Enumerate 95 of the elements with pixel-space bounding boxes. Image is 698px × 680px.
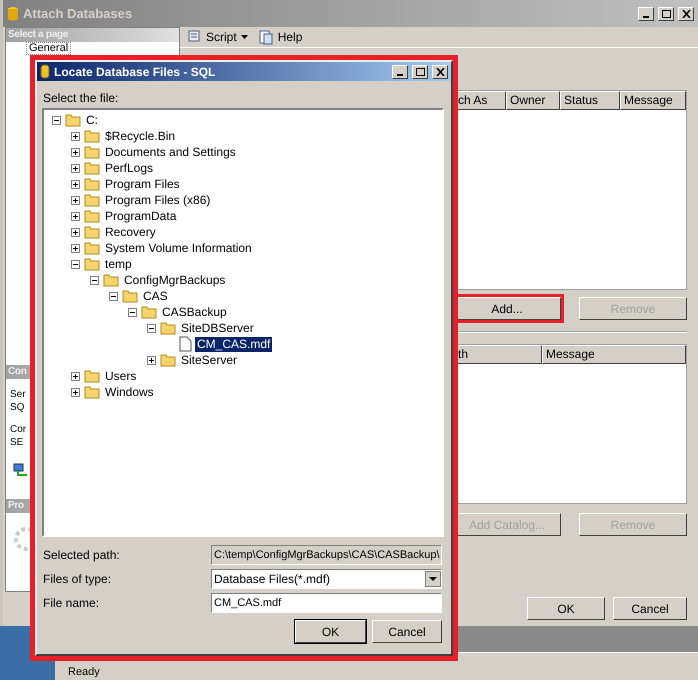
folder-icon	[141, 305, 157, 319]
expand-icon[interactable]	[71, 388, 80, 396]
folder-icon	[84, 145, 100, 159]
collapse-icon[interactable]	[52, 116, 61, 124]
folder-icon	[122, 289, 138, 303]
folder-tree[interactable]	[42, 108, 444, 537]
expand-icon[interactable]	[71, 132, 80, 140]
close-icon	[682, 10, 690, 18]
window-title: Attach Databases	[23, 6, 134, 21]
info-text: Cor	[10, 423, 28, 436]
field-label: File name:	[43, 596, 100, 610]
folder-icon	[160, 353, 176, 367]
database-icon	[40, 64, 50, 79]
prompt-label: Select the file:	[43, 91, 120, 105]
folder-icon	[84, 225, 100, 239]
expand-icon[interactable]	[71, 148, 80, 156]
cancel-button[interactable]: Cancel	[613, 597, 687, 620]
tree-item[interactable]: Documents and Settings	[103, 144, 238, 160]
tree-item[interactable]: CAS	[141, 288, 170, 304]
collapse-icon[interactable]	[90, 276, 99, 284]
expand-icon[interactable]	[71, 244, 80, 252]
folder-icon	[84, 129, 100, 143]
maximize-button[interactable]	[412, 64, 428, 78]
tree-item[interactable]: Program Files (x86)	[103, 192, 212, 208]
expand-icon[interactable]	[71, 212, 80, 220]
close-icon	[436, 68, 444, 76]
folder-icon	[103, 273, 119, 287]
folder-icon	[84, 161, 100, 175]
close-button[interactable]	[432, 64, 448, 78]
close-button[interactable]	[678, 6, 694, 20]
file-type-dropdown[interactable]: Database Files(*.mdf)	[211, 569, 442, 589]
folder-icon	[84, 257, 100, 271]
folder-icon	[84, 385, 100, 399]
tree-item[interactable]: ConfigMgrBackups	[122, 272, 228, 288]
column-header[interactable]: Owner	[506, 91, 560, 110]
collapse-icon[interactable]	[71, 260, 80, 268]
folder-icon	[84, 209, 100, 223]
folder-icon	[160, 321, 176, 335]
tree-item[interactable]: CASBackup	[160, 304, 229, 320]
tree-item[interactable]: Recovery	[103, 224, 158, 240]
expand-icon[interactable]	[71, 196, 80, 204]
help-button[interactable]: Help	[256, 29, 304, 45]
section-header: Select a page	[6, 28, 179, 42]
tree-item[interactable]: Program Files	[103, 176, 182, 192]
expand-icon[interactable]	[71, 372, 80, 380]
help-icon	[258, 29, 274, 45]
field-label: Files of type:	[43, 572, 112, 586]
nav-item[interactable]: General	[26, 42, 72, 55]
collapse-icon[interactable]	[147, 324, 156, 332]
maximize-icon	[416, 68, 424, 76]
caret-icon	[240, 35, 248, 39]
column-header[interactable]: Message	[542, 345, 686, 364]
collapse-icon[interactable]	[109, 292, 118, 300]
tree-item[interactable]: $Recycle.Bin	[103, 128, 178, 144]
folder-icon	[84, 177, 100, 191]
tree-item[interactable]: SiteServer	[179, 352, 240, 368]
tree-item[interactable]: SiteDBServer	[179, 320, 256, 336]
expand-icon[interactable]	[71, 164, 80, 172]
tree-item[interactable]: PerfLogs	[103, 160, 156, 176]
info-text: SE	[10, 436, 24, 449]
tree-item[interactable]: C:	[84, 112, 100, 128]
collapse-icon[interactable]	[128, 308, 137, 316]
maximize-button[interactable]	[658, 6, 674, 20]
info-text: Ser	[10, 388, 27, 401]
expand-icon[interactable]	[71, 228, 80, 236]
expand-icon[interactable]	[147, 356, 156, 364]
column-header[interactable]: Status	[560, 91, 620, 110]
tree-item[interactable]: ProgramData	[103, 208, 178, 224]
column-header[interactable]: Message	[620, 91, 686, 110]
network-icon	[13, 463, 29, 477]
minimize-button[interactable]	[638, 6, 654, 20]
folder-icon	[65, 113, 81, 127]
ok-button[interactable]: OK	[527, 597, 605, 620]
tree-item[interactable]: Windows	[103, 384, 156, 400]
tree-item[interactable]: System Volume Information	[103, 240, 254, 256]
script-button[interactable]: Script	[184, 29, 250, 45]
tree-item[interactable]: temp	[103, 256, 134, 272]
tree-item[interactable]: CM_CAS.mdf	[195, 336, 272, 352]
field-label: Selected path:	[43, 548, 121, 562]
database-icon	[7, 6, 19, 22]
info-text: SQ	[10, 401, 26, 414]
expand-icon[interactable]	[71, 180, 80, 188]
maximize-icon	[662, 10, 670, 18]
minimize-icon	[643, 16, 649, 18]
folder-icon	[84, 369, 100, 383]
dialog-title: Locate Database Files - SQL	[54, 64, 216, 78]
path-field: C:\temp\ConfigMgrBackups\CAS\CASBackup\	[211, 545, 442, 565]
folder-icon	[84, 241, 100, 255]
folder-icon	[84, 193, 100, 207]
ok-button[interactable]: OK	[295, 620, 366, 643]
minimize-icon	[397, 74, 403, 76]
file-name-field[interactable]: CM_CAS.mdf	[211, 593, 442, 613]
cancel-button[interactable]: Cancel	[372, 620, 442, 643]
minimize-button[interactable]	[392, 64, 408, 78]
status-text: Ready	[68, 666, 100, 678]
